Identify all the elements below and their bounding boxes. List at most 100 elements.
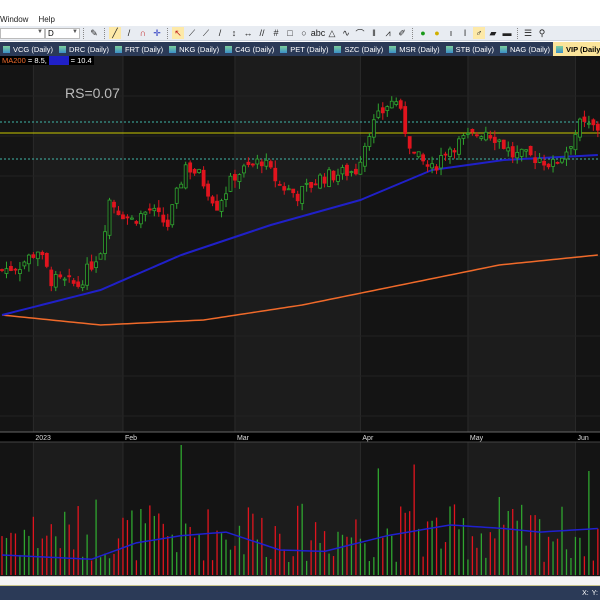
candle-body bbox=[331, 170, 336, 181]
candle-body bbox=[156, 207, 161, 213]
candle-body bbox=[210, 196, 215, 204]
tab-szc[interactable]: SZC (Daily) bbox=[331, 42, 386, 56]
candle-body bbox=[4, 268, 9, 274]
candle-body bbox=[466, 132, 470, 135]
tab-stb[interactable]: STB (Daily) bbox=[443, 42, 497, 56]
chevron-down-icon: ▼ bbox=[72, 28, 78, 35]
candle-body bbox=[533, 157, 538, 164]
zoom-icon[interactable]: ⚲ bbox=[536, 27, 548, 39]
tab-label: VCG (Daily) bbox=[13, 44, 54, 54]
tab-nag[interactable]: NAG (Daily) bbox=[497, 42, 553, 56]
candle-body bbox=[560, 157, 564, 163]
candle-body bbox=[515, 152, 520, 159]
candle-body bbox=[595, 123, 600, 131]
candle-body bbox=[215, 200, 219, 211]
month-band bbox=[234, 56, 361, 576]
ray-icon[interactable]: ⟋ bbox=[200, 27, 212, 39]
pen-icon[interactable]: ✎ bbox=[88, 27, 100, 39]
tab-frt[interactable]: FRT (Daily) bbox=[112, 42, 166, 56]
ma200-value: = 8.5, bbox=[27, 56, 47, 65]
tab-c4g[interactable]: C4G (Daily) bbox=[222, 42, 277, 56]
area-icon[interactable]: ▬ bbox=[501, 27, 513, 39]
heikin-icon[interactable]: ▰ bbox=[487, 27, 499, 39]
ma200-label: MA200 bbox=[2, 56, 26, 65]
candle-body bbox=[201, 169, 206, 187]
tab-pet[interactable]: PET (Daily) bbox=[277, 42, 331, 56]
rectangle-icon[interactable]: □ bbox=[284, 27, 296, 39]
candle-body bbox=[0, 269, 4, 271]
candle-body bbox=[134, 221, 139, 224]
candle-body bbox=[371, 119, 376, 138]
triangle-icon[interactable]: △ bbox=[326, 27, 338, 39]
text-icon[interactable]: abc bbox=[311, 27, 326, 39]
tab-vip[interactable]: VIP (Daily)× bbox=[553, 42, 600, 56]
separator bbox=[83, 27, 84, 39]
candle-body bbox=[318, 174, 322, 189]
channel-icon[interactable]: # bbox=[270, 27, 282, 39]
candle-body bbox=[9, 266, 13, 271]
ellipse-icon[interactable]: ○ bbox=[298, 27, 310, 39]
candle-body bbox=[206, 183, 210, 197]
candle-body bbox=[53, 274, 58, 288]
toolbar: ▼ D ▼ ✎ ╱ / ∩ ✛ ↖ ⟋ ⟋ / ↕ ↔ // # □ ○ abc … bbox=[0, 26, 600, 41]
brush-icon[interactable]: ✐ bbox=[396, 27, 408, 39]
candle-body bbox=[295, 193, 300, 202]
candle-body bbox=[586, 122, 591, 125]
candle-body bbox=[250, 163, 255, 166]
indicator-legend: MA200 = 8.5, MA50 = 10.4 bbox=[0, 56, 94, 65]
trendline-icon[interactable]: ⟋ bbox=[186, 27, 198, 39]
horizontal-line-icon[interactable]: ↔ bbox=[242, 27, 254, 39]
crosshair-icon[interactable]: ✛ bbox=[151, 27, 163, 39]
chevron-down-icon: ▼ bbox=[37, 28, 43, 35]
extended-line-icon[interactable]: / bbox=[214, 27, 226, 39]
candle-body bbox=[497, 139, 502, 142]
refresh-green-icon[interactable]: ● bbox=[417, 27, 429, 39]
candle-body bbox=[430, 163, 434, 169]
menu-help[interactable]: Help bbox=[38, 15, 54, 24]
fibonacci-icon[interactable]: ‖ bbox=[368, 27, 380, 39]
candle-body bbox=[219, 200, 224, 212]
candle-body bbox=[26, 254, 31, 265]
tab-drc[interactable]: DRC (Daily) bbox=[56, 42, 112, 56]
tab-msr[interactable]: MSR (Daily) bbox=[386, 42, 442, 56]
magnet-icon[interactable]: ∩ bbox=[137, 27, 149, 39]
chart-icon bbox=[389, 45, 397, 53]
wave-icon[interactable]: ∿ bbox=[340, 27, 352, 39]
candle-body bbox=[345, 164, 349, 176]
bar-icon[interactable]: ǀ bbox=[459, 27, 471, 39]
parallel-lines-icon[interactable]: // bbox=[256, 27, 268, 39]
date-axis bbox=[0, 432, 600, 442]
candle-body bbox=[273, 167, 278, 182]
refresh-yellow-icon[interactable]: ● bbox=[431, 27, 443, 39]
thin-line-icon[interactable]: / bbox=[123, 27, 135, 39]
tab-nkg[interactable]: NKG (Daily) bbox=[166, 42, 222, 56]
candle-body bbox=[524, 149, 529, 152]
command-strip[interactable] bbox=[0, 576, 600, 586]
symbol-combo[interactable]: ▼ bbox=[0, 27, 45, 39]
candle-body bbox=[67, 275, 72, 278]
arc-icon[interactable]: ⌒ bbox=[354, 27, 366, 39]
date-tick-label: May bbox=[470, 435, 484, 442]
list-icon[interactable]: ☰ bbox=[522, 27, 534, 39]
bar-thin-icon[interactable]: ı bbox=[445, 27, 457, 39]
chart-icon bbox=[225, 45, 233, 53]
candle-body bbox=[309, 181, 314, 188]
vertical-line-icon[interactable]: ↕ bbox=[228, 27, 240, 39]
candle-body bbox=[322, 176, 327, 184]
candle-body bbox=[389, 100, 394, 109]
interval-combo[interactable]: D ▼ bbox=[45, 27, 80, 39]
zigzag-icon[interactable]: ⩘ bbox=[382, 27, 394, 39]
candle-icon[interactable]: ♂ bbox=[473, 27, 485, 39]
candle-body bbox=[40, 251, 45, 256]
candle-body bbox=[246, 161, 251, 165]
tab-vcg[interactable]: VCG (Daily) bbox=[0, 42, 56, 56]
candle-body bbox=[255, 158, 260, 165]
line-tool-icon[interactable]: ╱ bbox=[109, 27, 121, 39]
candle-body bbox=[125, 216, 130, 219]
candle-body bbox=[237, 174, 242, 182]
menu-window[interactable]: Window bbox=[0, 15, 28, 24]
candle-body bbox=[259, 161, 264, 167]
cursor-icon[interactable]: ↖ bbox=[172, 27, 184, 39]
candle-body bbox=[591, 119, 596, 126]
candle-body bbox=[425, 164, 430, 167]
